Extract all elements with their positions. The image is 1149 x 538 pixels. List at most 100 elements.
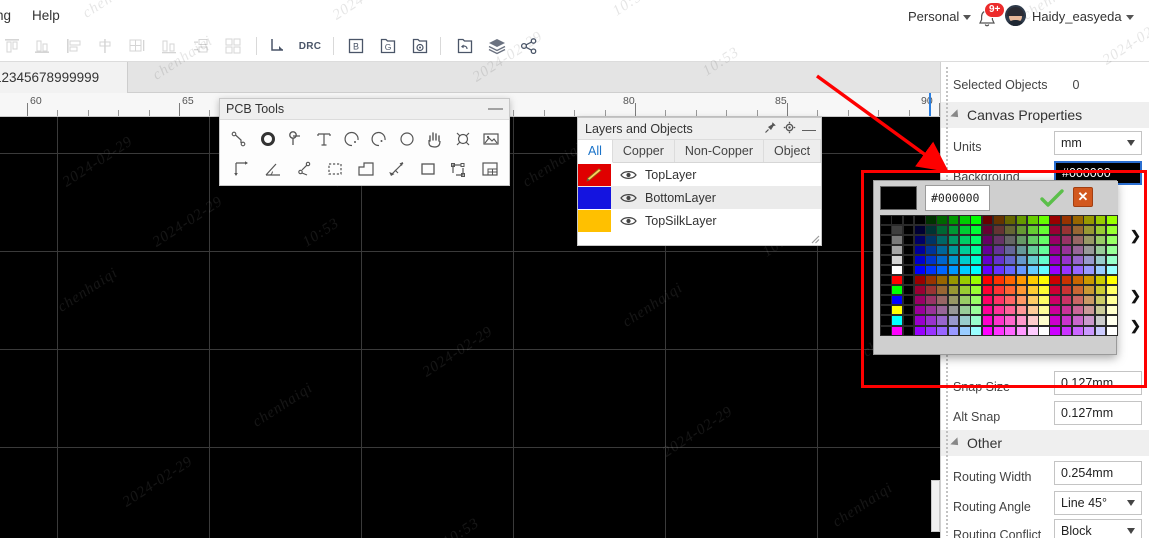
palette-swatch[interactable] (891, 305, 903, 316)
palette-swatch[interactable] (1015, 315, 1028, 326)
close-icon[interactable]: ✕ (1073, 187, 1093, 207)
palette-swatch[interactable] (1083, 245, 1096, 256)
palette-swatch[interactable] (880, 265, 892, 276)
palette-swatch[interactable] (1038, 215, 1050, 226)
palette-swatch[interactable] (1049, 245, 1062, 256)
palette-swatch[interactable] (1004, 295, 1016, 306)
palette-swatch[interactable] (891, 315, 903, 326)
palette-swatch[interactable] (1049, 255, 1062, 266)
palette-swatch[interactable] (1094, 285, 1107, 296)
palette-swatch[interactable] (936, 295, 949, 306)
palette-swatch[interactable] (947, 275, 960, 286)
palette-swatch[interactable] (913, 265, 926, 276)
polyline-icon[interactable] (288, 154, 319, 184)
palette-swatch[interactable] (925, 285, 937, 296)
pad-circle-icon[interactable] (254, 124, 282, 154)
measure-icon[interactable] (381, 154, 412, 184)
palette-swatch[interactable] (880, 305, 892, 316)
palette-swatch[interactable] (1083, 305, 1096, 316)
image-icon[interactable] (477, 124, 505, 154)
palette-swatch[interactable] (1038, 305, 1050, 316)
palette-swatch[interactable] (1105, 295, 1118, 306)
palette-swatch[interactable] (1094, 275, 1107, 286)
palette-swatch[interactable] (959, 275, 971, 286)
distribute-horizontal-icon[interactable] (157, 34, 181, 58)
palette-swatch[interactable] (880, 235, 892, 246)
color-palette-grid[interactable] (880, 215, 1118, 336)
palette-swatch[interactable] (1083, 285, 1096, 296)
resize-handle-icon[interactable] (808, 232, 820, 244)
palette-swatch[interactable] (902, 235, 915, 246)
palette-swatch[interactable] (913, 255, 926, 266)
palette-swatch[interactable] (1038, 235, 1050, 246)
palette-swatch[interactable] (1060, 235, 1073, 246)
palette-swatch[interactable] (1004, 305, 1016, 316)
palette-swatch[interactable] (1105, 235, 1118, 246)
palette-swatch[interactable] (1083, 315, 1096, 326)
palette-swatch[interactable] (1060, 245, 1073, 256)
other-section[interactable]: Other (941, 430, 1149, 456)
palette-swatch[interactable] (1094, 315, 1107, 326)
palette-swatch[interactable] (902, 285, 915, 296)
palette-swatch[interactable] (1094, 265, 1107, 276)
arc-2point-icon[interactable] (366, 124, 394, 154)
palette-swatch[interactable] (936, 265, 949, 276)
palette-swatch[interactable] (1049, 325, 1062, 336)
route-icon[interactable] (266, 34, 290, 58)
palette-swatch[interactable] (880, 215, 892, 226)
palette-swatch[interactable] (1038, 265, 1050, 276)
palette-swatch[interactable] (981, 295, 994, 306)
circle-icon[interactable] (393, 124, 421, 154)
palette-swatch[interactable] (902, 245, 915, 256)
palette-swatch[interactable] (1094, 225, 1107, 236)
palette-swatch[interactable] (1060, 225, 1073, 236)
palette-swatch[interactable] (1105, 305, 1118, 316)
palette-swatch[interactable] (1049, 295, 1062, 306)
palette-swatch[interactable] (902, 315, 915, 326)
palette-swatch[interactable] (1083, 275, 1096, 286)
via-icon[interactable] (282, 124, 310, 154)
palette-swatch[interactable] (1083, 235, 1096, 246)
palette-swatch[interactable] (913, 325, 926, 336)
tab-active[interactable]: 12345678999999 (0, 62, 128, 93)
palette-swatch[interactable] (1083, 215, 1096, 226)
palette-swatch[interactable] (959, 305, 971, 316)
palette-swatch[interactable] (1072, 225, 1084, 236)
canvas-properties-section[interactable]: Canvas Properties (941, 102, 1149, 128)
palette-swatch[interactable] (925, 235, 937, 246)
palette-swatch[interactable] (1094, 295, 1107, 306)
palette-swatch[interactable] (970, 285, 983, 296)
palette-swatch[interactable] (1038, 285, 1050, 296)
palette-swatch[interactable] (992, 315, 1005, 326)
palette-swatch[interactable] (992, 305, 1005, 316)
avatar[interactable] (1005, 5, 1026, 26)
palette-swatch[interactable] (913, 245, 926, 256)
distribute-vertical-icon[interactable] (189, 34, 213, 58)
units-select[interactable]: mm (1054, 131, 1142, 155)
palette-swatch[interactable] (959, 325, 971, 336)
align-grid-icon[interactable] (125, 34, 149, 58)
check-icon[interactable] (1039, 188, 1065, 211)
palette-swatch[interactable] (1094, 215, 1107, 226)
palette-swatch[interactable] (1072, 265, 1084, 276)
palette-swatch[interactable] (925, 295, 937, 306)
palette-swatch[interactable] (1038, 315, 1050, 326)
palette-swatch[interactable] (992, 285, 1005, 296)
palette-swatch[interactable] (1060, 265, 1073, 276)
palette-swatch[interactable] (959, 225, 971, 236)
palette-swatch[interactable] (902, 255, 915, 266)
align-center-vertical-icon[interactable] (93, 34, 117, 58)
palette-swatch[interactable] (936, 315, 949, 326)
palette-swatch[interactable] (992, 325, 1005, 336)
pcb-tools-titlebar[interactable]: PCB Tools — (220, 99, 509, 120)
copper-area-icon[interactable] (350, 154, 381, 184)
layer-row[interactable]: TopSilkLayer (578, 209, 821, 232)
palette-swatch[interactable] (947, 285, 960, 296)
palette-swatch[interactable] (1026, 255, 1039, 266)
palette-swatch[interactable] (880, 275, 892, 286)
palette-swatch[interactable] (925, 245, 937, 256)
palette-swatch[interactable] (1015, 305, 1028, 316)
palette-swatch[interactable] (1083, 225, 1096, 236)
palette-swatch[interactable] (1105, 315, 1118, 326)
palette-swatch[interactable] (1094, 245, 1107, 256)
